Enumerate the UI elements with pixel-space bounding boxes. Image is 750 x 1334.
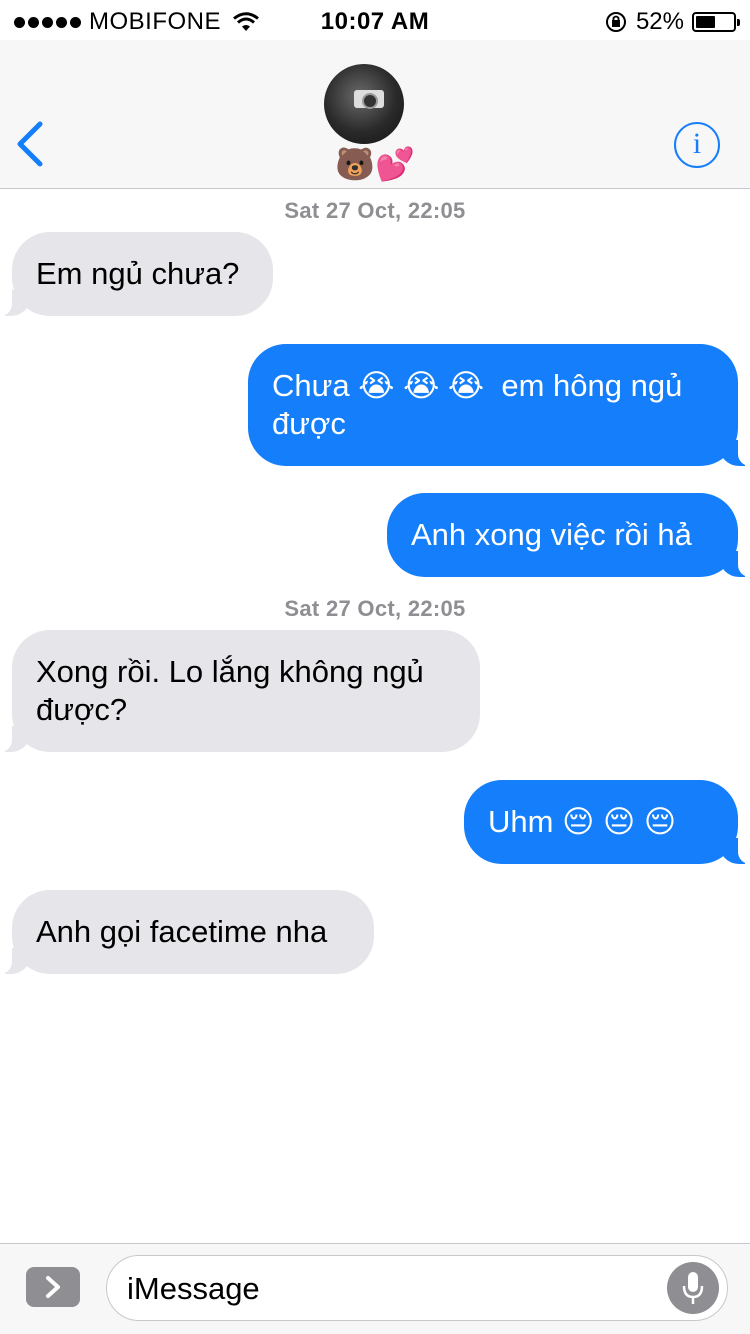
message-outgoing[interactable]: Uhm 😔 😔 😔 xyxy=(464,780,750,864)
message-text: Uhm 😔 😔 😔 xyxy=(488,804,677,839)
camera-icon xyxy=(354,90,384,109)
contact-avatar[interactable] xyxy=(324,64,404,144)
input-placeholder: iMessage xyxy=(127,1271,260,1306)
microphone-button[interactable] xyxy=(667,1262,719,1314)
status-bar: MOBIFONE 10:07 AM 52% xyxy=(0,0,750,40)
timestamp: Sat 27 Oct, 22:05 xyxy=(284,198,466,223)
contact-name[interactable]: 🐻💕 xyxy=(0,144,750,184)
timestamp: Sat 27 Oct, 22:05 xyxy=(284,596,466,621)
message-incoming[interactable]: Em ngủ chưa? xyxy=(0,232,273,316)
microphone-icon xyxy=(682,1272,704,1304)
battery-fill xyxy=(696,16,715,28)
message-text: Chưa 😭 😭 😭 em hông ngủ được xyxy=(272,368,683,441)
conversation-header: 🐻💕 i xyxy=(0,40,750,189)
message-outgoing[interactable]: Chưa 😭 😭 😭 em hông ngủ được xyxy=(248,344,750,466)
imessage-input[interactable]: iMessage xyxy=(106,1255,728,1321)
battery-icon xyxy=(692,12,740,32)
chevron-right-icon xyxy=(46,1276,60,1298)
message-text: Anh gọi facetime nha xyxy=(36,914,328,949)
battery-percent: 52% xyxy=(635,8,684,35)
message-text: Em ngủ chưa? xyxy=(36,256,240,291)
orientation-lock-icon xyxy=(605,12,626,32)
message-text: Anh xong việc rồi hả xyxy=(411,517,692,552)
message-text: Xong rồi. Lo lắng không ngủ được? xyxy=(36,654,424,727)
apps-expand-button[interactable] xyxy=(26,1267,80,1307)
status-right: 52% xyxy=(604,8,740,36)
message-incoming[interactable]: Xong rồi. Lo lắng không ngủ được? xyxy=(0,630,480,752)
message-input-bar: iMessage xyxy=(0,1243,750,1334)
info-icon[interactable]: i xyxy=(674,122,720,168)
message-outgoing[interactable]: Anh xong việc rồi hả xyxy=(387,493,750,577)
message-incoming[interactable]: Anh gọi facetime nha xyxy=(0,890,374,974)
